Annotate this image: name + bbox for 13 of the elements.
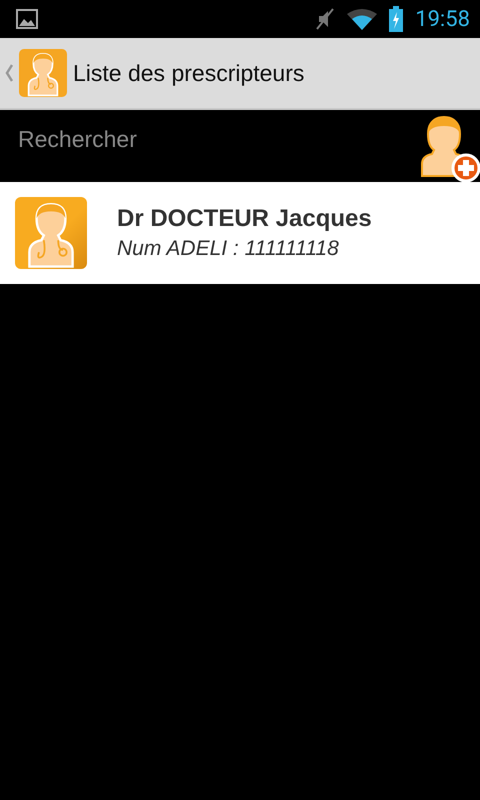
doctor-app-icon[interactable] (19, 49, 67, 97)
screen-title: Liste des prescripteurs (73, 60, 304, 86)
search-field[interactable]: Rechercher (18, 119, 416, 159)
prescriber-name: Dr DOCTEUR Jacques (117, 205, 372, 233)
image-icon (16, 9, 38, 29)
wifi-icon (347, 8, 378, 30)
mute-icon (315, 8, 336, 30)
back-caret-icon[interactable] (5, 64, 13, 82)
prescriber-list-item[interactable]: Dr DOCTEUR Jacques Num ADELI : 111111118 (0, 182, 480, 284)
clock: 19:58 (415, 6, 470, 32)
adeli-number: Num ADELI : 111111118 (117, 237, 340, 261)
doctor-avatar-icon (15, 197, 87, 269)
battery-icon (389, 6, 404, 32)
